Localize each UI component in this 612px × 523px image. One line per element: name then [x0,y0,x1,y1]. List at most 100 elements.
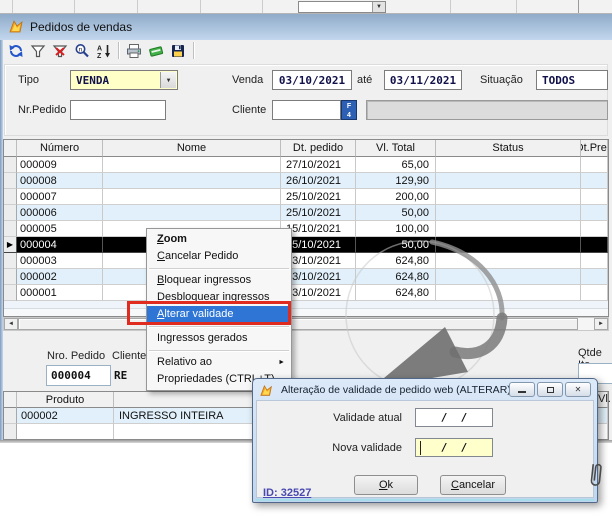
id-link[interactable]: ID: 32527 [263,487,311,499]
orders-grid-header-n-mero[interactable]: Número [17,140,103,157]
order-row-000005[interactable]: 00000515/10/2021100,00 [4,221,608,237]
detail-cliente-label: Cliente [112,350,146,362]
refresh-icon[interactable] [7,42,25,60]
cliente-nome-readonly [366,100,608,120]
dialog-titlebar: Alteração de validade de pedido web (ALT… [257,381,593,400]
toolbar-separator [118,42,119,59]
dialog-title: Alteração de validade de pedido web (ALT… [281,384,516,396]
nova-validade-label: Nova validade [312,442,402,454]
menu-item-bloquear-ingressos[interactable]: Bloquear ingressos [147,272,291,289]
nro-pedido-value-box: 000004 [46,365,111,386]
close-icon[interactable]: ✕ [565,382,591,397]
ok-button[interactable]: Ok [354,475,418,495]
minimize-icon[interactable] [509,382,535,397]
paperclip-icon [587,459,603,493]
situacao-value: TODOS [542,74,575,87]
order-row-000006[interactable]: 00000625/10/202150,00 [4,205,608,221]
orders-grid-empty-strip [4,309,608,317]
nro-pedido-value: 000004 [51,369,91,382]
text-caret [420,441,421,455]
items-grid-produto-header[interactable]: Produto [17,392,114,408]
filter-icon[interactable] [29,42,47,60]
tipo-combo[interactable]: VENDA ▼ [70,70,178,90]
toolbar-separator [193,42,194,59]
chevron-down-icon: ▼ [372,2,385,12]
menu-item-desbloquear-ingressos[interactable]: Desbloquear ingressos [147,289,291,306]
detail-cliente-value: RE [114,369,127,382]
nro-pedido-label: Nro. Pedido [47,350,105,362]
clear-filter-icon[interactable] [51,42,69,60]
order-row-000008[interactable]: 00000826/10/2021129,90 [4,173,608,189]
maximize-icon[interactable] [537,382,563,397]
svg-text:n: n [79,46,83,53]
nr-pedido-label: Nr.Pedido [18,104,66,116]
dialog-body: Validade atual / / Nova validade / / Ok … [256,400,594,498]
validade-atual-value: / / [428,411,481,424]
orders-grid-indicator-header [4,140,17,157]
window-titlebar: Pedidos de vendas [0,14,612,40]
menu-separator [147,347,291,354]
orders-grid-header-dt-prev[interactable]: Dt.Prev [581,140,608,157]
orders-grid-header-vl-total[interactable]: Vl. Total [356,140,436,157]
menu-item-relativo-ao[interactable]: Relativo ao► [147,354,291,371]
orders-grid-header-nome[interactable]: Nome [103,140,281,157]
orders-grid-header-status[interactable]: Status [436,140,581,157]
sort-az-icon[interactable]: A Z [95,42,113,60]
ate-label: até [357,74,372,86]
menu-item-cancelar-pedido[interactable]: Cancelar Pedido [147,248,291,265]
validade-atual-field[interactable]: / / [415,408,493,427]
orders-grid-hscrollbar[interactable]: ◄ ► [3,317,609,331]
situacao-label: Situação [480,74,523,86]
tipo-value: VENDA [76,74,109,87]
parent-combo[interactable]: ▼ [298,1,386,13]
cancel-button[interactable]: Cancelar [440,475,506,495]
cliente-input[interactable] [272,100,341,120]
app-logo-icon [9,19,25,35]
items-grid-vl-header: Vl. [598,393,611,405]
scrollbar-thumb[interactable] [18,318,578,330]
svg-text:Z: Z [97,53,102,59]
menu-separator [147,323,291,330]
parent-window-strip: ▼ [0,0,612,14]
cliente-label: Cliente [232,104,266,116]
save-icon[interactable] [169,42,187,60]
scroll-right-icon[interactable]: ► [594,318,608,330]
items-grid-indicator-header [4,392,17,408]
date-to-value: 03/11/2021 [390,74,456,87]
window-title: Pedidos de vendas [30,20,132,34]
find-icon[interactable]: n [73,42,91,60]
menu-item-zoom[interactable]: Zoom [147,231,291,248]
app-logo-icon [260,384,274,398]
scroll-left-icon[interactable]: ◄ [4,318,18,330]
date-from-value: 03/10/2021 [279,74,345,87]
order-row-000004[interactable]: ▶00000415/10/202150,00 [4,237,608,253]
orders-grid-header-dt-pedido[interactable]: Dt. pedido [281,140,356,157]
order-row-000009[interactable]: 00000927/10/202165,00 [4,157,608,173]
order-row-000007[interactable]: 00000725/10/2021200,00 [4,189,608,205]
f4-lookup-button[interactable]: F4 [341,100,357,120]
context-menu: ZoomCancelar Pedido Bloquear ingressosDes… [146,228,292,391]
date-from-field[interactable]: 03/10/2021 [272,70,352,90]
orders-grid-empty-strip [4,301,608,309]
order-row-000002[interactable]: 00000213/10/2021624,80 [4,269,608,285]
date-to-field[interactable]: 03/11/2021 [384,70,462,90]
order-row-000003[interactable]: 00000313/10/2021624,80 [4,253,608,269]
alterar-validade-dialog: Alteração de validade de pedido web (ALT… [252,378,598,503]
menu-item-ingressos-gerados[interactable]: Ingressos gerados [147,330,291,347]
nova-validade-value: / / [428,441,481,454]
submenu-arrow-icon: ► [278,354,285,371]
orders-grid: NúmeroNomeDt. pedidoVl. TotalStatusDt.Pr… [3,139,609,317]
validade-atual-label: Validade atual [312,412,402,424]
tipo-label: Tipo [18,74,39,86]
item-codigo: 000002 [17,408,114,424]
menu-item-alterar-validade[interactable]: Alterar validade [147,306,291,323]
dialog-frame-shine [256,499,594,501]
svg-text:A: A [97,46,102,53]
nr-pedido-input[interactable] [70,100,166,120]
situacao-combo[interactable]: TODOS [536,70,608,90]
nova-validade-field[interactable]: / / [415,438,493,457]
card-icon[interactable] [147,42,165,60]
chevron-down-icon[interactable]: ▼ [160,72,176,88]
order-row-000001[interactable]: 00000113/10/2021624,80 [4,285,608,301]
print-icon[interactable] [125,42,143,60]
